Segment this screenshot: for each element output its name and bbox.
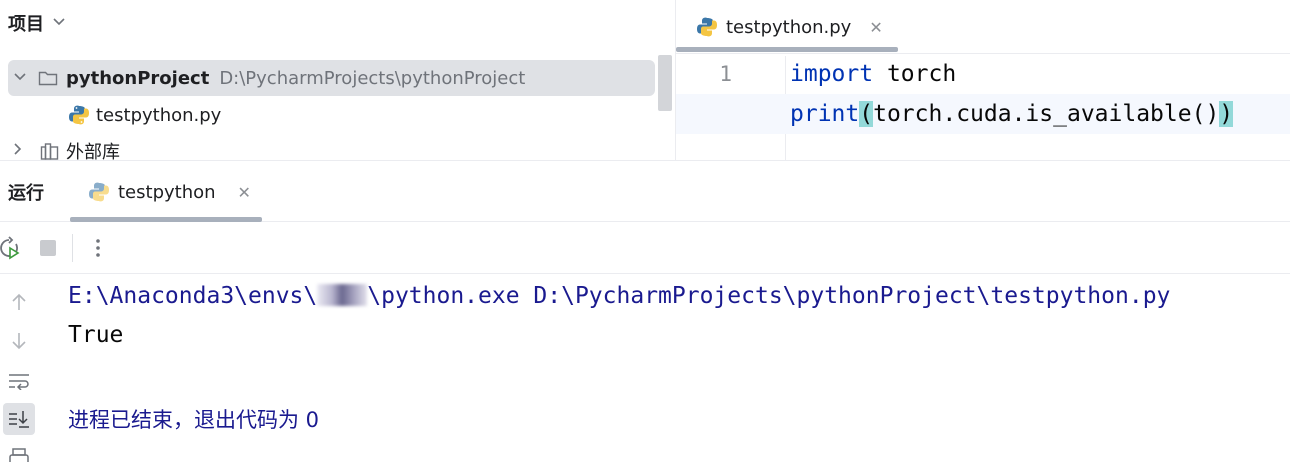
console-output[interactable]: E:\Anaconda3\envs\ \python.exe D:\Pycharm… <box>68 274 1288 462</box>
python-file-icon <box>68 104 90 126</box>
editor-tab-testpython[interactable]: testpython.py ✕ <box>676 0 898 54</box>
project-pane: 项目 pythonProject D:\PycharmProjects\pyth… <box>0 0 675 163</box>
project-name: pythonProject <box>66 67 210 89</box>
editor-tab-label: testpython.py <box>726 16 852 38</box>
console-exit-message: 进程已结束，退出代码为 0 <box>68 408 320 432</box>
print-icon[interactable] <box>3 441 35 462</box>
python-run-icon <box>88 181 110 203</box>
run-tab-label: testpython <box>118 181 216 203</box>
project-scrollbar[interactable] <box>658 55 672 111</box>
code-area[interactable]: import torch print(torch.cuda.is_availab… <box>676 56 1290 160</box>
code-keyword: import <box>790 61 874 87</box>
project-path: D:\PycharmProjects\pythonProject <box>219 67 526 89</box>
console-side-toolbar <box>0 274 46 462</box>
close-icon[interactable]: ✕ <box>238 183 251 202</box>
run-tab-testpython[interactable]: testpython ✕ <box>70 161 262 223</box>
library-icon <box>40 142 60 160</box>
folder-icon <box>38 70 58 86</box>
chevron-down-icon[interactable] <box>52 16 66 31</box>
console-output-line: True <box>68 322 124 348</box>
run-toolbar <box>0 222 1290 274</box>
project-pane-title: 项目 <box>8 14 44 35</box>
arrow-down-icon[interactable] <box>3 325 35 357</box>
stop-icon[interactable] <box>35 235 61 261</box>
console-command-line: E:\Anaconda3\envs\ \python.exe D:\Pycharm… <box>68 283 1170 309</box>
scroll-to-end-icon[interactable] <box>3 403 35 435</box>
code-text: torch.cuda.is_available() <box>873 101 1220 127</box>
redacted-env-name <box>317 284 368 306</box>
line-number: 1 <box>719 62 732 86</box>
top-area: 项目 pythonProject D:\PycharmProjects\pyth… <box>0 0 1290 163</box>
more-icon[interactable] <box>85 235 111 261</box>
matched-paren: ( <box>859 101 874 127</box>
code-keyword: print <box>790 101 860 127</box>
chevron-down-icon[interactable] <box>8 70 32 86</box>
tree-item-project-root[interactable]: pythonProject D:\PycharmProjects\pythonP… <box>8 60 655 96</box>
soft-wrap-icon[interactable] <box>3 365 35 397</box>
command-suffix: \python.exe D:\PycharmProjects\pythonPro… <box>367 283 1171 309</box>
close-icon[interactable]: ✕ <box>869 18 882 37</box>
command-prefix: E:\Anaconda3\envs\ <box>68 283 318 309</box>
arrow-up-icon[interactable] <box>3 286 35 318</box>
project-pane-header[interactable]: 项目 <box>8 10 66 36</box>
active-tab-indicator <box>676 47 898 52</box>
python-file-icon <box>696 16 718 38</box>
toolbar-divider <box>72 234 73 262</box>
code-line-2: print(torch.cuda.is_available()) <box>790 101 1234 127</box>
file-name: testpython.py <box>96 104 222 126</box>
tree-item-testpython[interactable]: testpython.py <box>68 97 221 133</box>
run-panel-header: 运行 testpython ✕ <box>0 160 1290 222</box>
chevron-right-icon[interactable] <box>6 142 30 160</box>
matched-paren: ) <box>1219 101 1234 127</box>
run-panel-title: 运行 <box>8 183 44 204</box>
code-line-1: import torch <box>790 61 956 87</box>
rerun-icon[interactable] <box>0 235 22 261</box>
code-text: torch <box>873 61 957 87</box>
editor-pane: testpython.py ✕ 1 2 import torch print(t… <box>675 0 1290 160</box>
editor-tab-strip: testpython.py ✕ <box>676 0 1290 54</box>
